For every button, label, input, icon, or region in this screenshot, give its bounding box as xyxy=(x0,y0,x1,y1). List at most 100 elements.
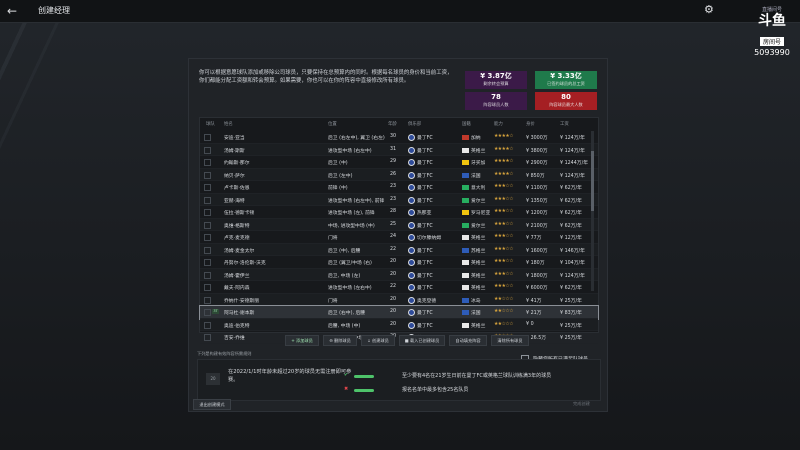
row-checkbox[interactable] xyxy=(204,321,211,329)
table-row[interactable]: 亚赫·海特 进攻型中场 (右左中), 前锋 23 曼丁FC 爱尔兰 ★★★☆☆ ¥ 1350… xyxy=(200,193,598,206)
table-row[interactable]: 丹努尔·洛伦斯-沃克 后卫 (翼卫/中场 (右) 20 曼丁FC 英格兰 ★★★☆☆ ¥ 1… xyxy=(200,256,598,269)
progress-bar xyxy=(354,375,374,378)
nation-name: 英格兰 xyxy=(471,148,486,154)
player-position: 后卫, 中场 (左) xyxy=(328,273,361,279)
col-age[interactable]: 年龄 xyxy=(388,121,397,127)
player-age: 23 xyxy=(390,184,397,189)
table-row[interactable]: 伍拉·德斯卡顿 进攻型中场 (左), 前锋 28 热那亚 罗马尼亚 ★★★☆☆ ¥ 1200… xyxy=(200,206,598,219)
col-nationality[interactable]: 国籍 xyxy=(462,121,471,127)
table-row[interactable]: 奥维·格斯特 中场, 进攻型中场 (中) 25 曼丁FC 爱尔兰 ★★★☆☆ ¥ 2100万… xyxy=(200,218,598,231)
col-team[interactable]: 球队 xyxy=(206,121,215,127)
table-row[interactable]: 奥迪·伯克特 后腰, 中场 (中) 20 曼丁FC 英格兰 ★★☆☆☆ ¥ 0 ¥ 25万/年 xyxy=(200,318,598,331)
player-value: ¥ 41万 xyxy=(526,298,542,304)
ability-stars: ★★★☆☆ xyxy=(494,246,514,252)
add-player-button[interactable]: + 添加球员 xyxy=(285,335,319,346)
player-club: 曼丁FC xyxy=(408,246,433,254)
table-row[interactable]: 约翰斯·那尔 后卫 (中) 29 曼丁FC 牙买加 ★★★★☆ ¥ 2900万 ¥ 1244万… xyxy=(200,156,598,169)
player-club: 曼丁FC xyxy=(408,171,433,179)
club-crest-icon xyxy=(408,221,415,229)
table-scrollbar[interactable] xyxy=(591,131,594,291)
player-position: 后卫 (左中) xyxy=(328,173,353,179)
table-row[interactable]: 汤姆·霍伊兰 后卫, 中场 (左) 20 曼丁FC 英格兰 ★★★☆☆ ¥ 1800万 ¥ 1… xyxy=(200,268,598,281)
table-row[interactable]: 汤姆·斯斯 进攻型中场 (右左中) 31 曼丁FC 英格兰 ★★★★☆ ¥ 3800万 ¥ 1… xyxy=(200,143,598,156)
clear-all-button[interactable]: 清除所有球员 xyxy=(491,335,529,346)
row-checkbox[interactable] xyxy=(204,134,211,141)
table-row[interactable]: 乔纳什·安德斯丽 门将 20 奥克登德 冰岛 ★★☆☆☆ ¥ 41万 ¥ 25万/年 xyxy=(200,293,598,306)
row-checkbox[interactable] xyxy=(204,159,211,166)
player-club: 曼丁FC xyxy=(408,196,433,204)
club-name: 曼丁FC xyxy=(417,311,433,316)
player-position: 后卫 (翼卫/中场 (右) xyxy=(328,261,372,266)
gear-icon[interactable]: ⚙ xyxy=(704,4,716,16)
flag-icon xyxy=(462,135,469,140)
player-wage: ¥ 62万/年 xyxy=(560,186,582,191)
flag-icon xyxy=(462,235,469,240)
player-nationality: 英格兰 xyxy=(462,234,485,241)
club-crest-icon xyxy=(408,259,415,266)
table-row[interactable]: 卢卡斯·佐恩 前锋 (中) 23 曼丁FC 意大利 ★★★☆☆ ¥ 1100万 ¥ 62万/年 xyxy=(200,181,598,194)
flag-icon xyxy=(462,247,469,253)
exit-button[interactable]: 退出创建模式 xyxy=(193,399,231,410)
player-position: 后卫 (右中), 后腰 xyxy=(328,311,366,316)
row-checkbox[interactable] xyxy=(204,271,211,279)
table-row[interactable]: 戴夫·阿内森 进攻型中场 (左右中) 22 曼丁FC 英格兰 ★★★☆☆ ¥ 6000万 ¥ … xyxy=(200,281,598,294)
delete-player-button[interactable]: ⊖ 删除球员 xyxy=(323,335,357,346)
max-squad-stat: 80 阵容球员最大人数 xyxy=(535,92,597,110)
row-checkbox[interactable] xyxy=(204,184,211,191)
row-checkbox[interactable] xyxy=(204,259,211,266)
arrow-left-icon[interactable]: ← xyxy=(4,3,20,19)
table-row[interactable]: 卢克·麦克德 门将 24 切尔滕纳姆 英格兰 ★★★☆☆ ¥ 77万 ¥ 12万/年 xyxy=(200,231,598,244)
create-player-button[interactable]: ↓ 创建球员 xyxy=(361,335,395,346)
col-name[interactable]: 姓名 xyxy=(224,121,233,127)
player-wage: ¥ 124万/年 xyxy=(560,173,585,179)
player-wage: ¥ 62万/年 xyxy=(560,198,582,204)
player-age: 31 xyxy=(390,146,397,152)
finish-button[interactable]: 完成创建 xyxy=(573,401,590,407)
row-checkbox[interactable] xyxy=(204,146,211,154)
player-club: 曼丁FC xyxy=(408,221,433,229)
row-checkbox[interactable] xyxy=(204,309,211,316)
table-row[interactable]: 汤姆·麦金太尔 后卫 (中), 后腰 22 曼丁FC 苏格兰 ★★★☆☆ ¥ 1600万 ¥ … xyxy=(200,243,598,256)
ability-stars: ★★☆☆☆ xyxy=(494,309,514,314)
player-club: 曼丁FC xyxy=(408,284,433,291)
club-crest-icon xyxy=(408,209,415,216)
club-crest-icon xyxy=(408,246,415,254)
row-checkbox[interactable] xyxy=(204,284,211,291)
table-row[interactable]: 3T 阿马杜·谢本斯 后卫 (右中), 后腰 20 曼丁FC 法国 ★★☆☆☆ ¥ 21万 ¥ … xyxy=(199,305,599,320)
flag-icon xyxy=(462,160,469,165)
nation-name: 英格兰 xyxy=(471,261,486,266)
age-icon: 20 xyxy=(206,373,220,385)
player-wage: ¥ 12万/年 xyxy=(560,236,582,241)
player-position: 前锋 (中) xyxy=(328,186,348,191)
col-position[interactable]: 位置 xyxy=(328,121,337,127)
row-checkbox[interactable] xyxy=(204,209,211,216)
row-checkbox[interactable] xyxy=(204,221,211,229)
col-value[interactable]: 身价 xyxy=(526,121,535,127)
player-position: 门将 xyxy=(328,236,338,241)
title-bar: ← 创建经理 ⚙ xyxy=(0,0,800,23)
row-checkbox[interactable] xyxy=(204,246,211,254)
club-name: 曼丁FC xyxy=(417,186,433,191)
load-player-label: 载入已创建球员 xyxy=(409,338,440,343)
row-checkbox[interactable] xyxy=(204,234,211,241)
table-row[interactable]: 纳贝·萨尔 后卫 (左中) 26 曼丁FC 法国 ★★★★☆ ¥ 850万 ¥ 124万/年 xyxy=(200,168,598,181)
player-position: 后卫 (中), 后腰 xyxy=(328,248,361,254)
club-crest-icon xyxy=(408,284,415,291)
scrollbar-thumb[interactable] xyxy=(591,151,594,211)
col-club[interactable]: 俱乐部 xyxy=(408,121,421,127)
row-checkbox[interactable] xyxy=(204,196,211,204)
col-ability[interactable]: 能力 xyxy=(494,121,503,127)
load-player-button[interactable]: ■ 载入已创建球员 xyxy=(399,335,445,346)
ability-stars: ★★☆☆☆ xyxy=(494,321,514,327)
autofill-button[interactable]: 自动填充阵容 xyxy=(449,335,487,346)
squad-count-value: 78 xyxy=(491,93,501,101)
row-checkbox[interactable] xyxy=(204,296,211,304)
row-checkbox[interactable] xyxy=(204,334,211,341)
row-checkbox[interactable] xyxy=(204,171,211,179)
col-wage[interactable]: 工资 xyxy=(560,121,569,127)
player-club: 曼丁FC xyxy=(408,159,433,166)
club-name: 曼丁FC xyxy=(417,173,433,179)
table-row[interactable]: 安迪·亚当 后卫 (右左中), 翼卫 (右左) 30 曼丁FC 加纳 ★★★★☆ ¥ 300… xyxy=(200,131,598,144)
player-age: 28 xyxy=(390,209,397,214)
requirement-text-2: 报名名单中最多包含25名队员 xyxy=(402,387,469,393)
